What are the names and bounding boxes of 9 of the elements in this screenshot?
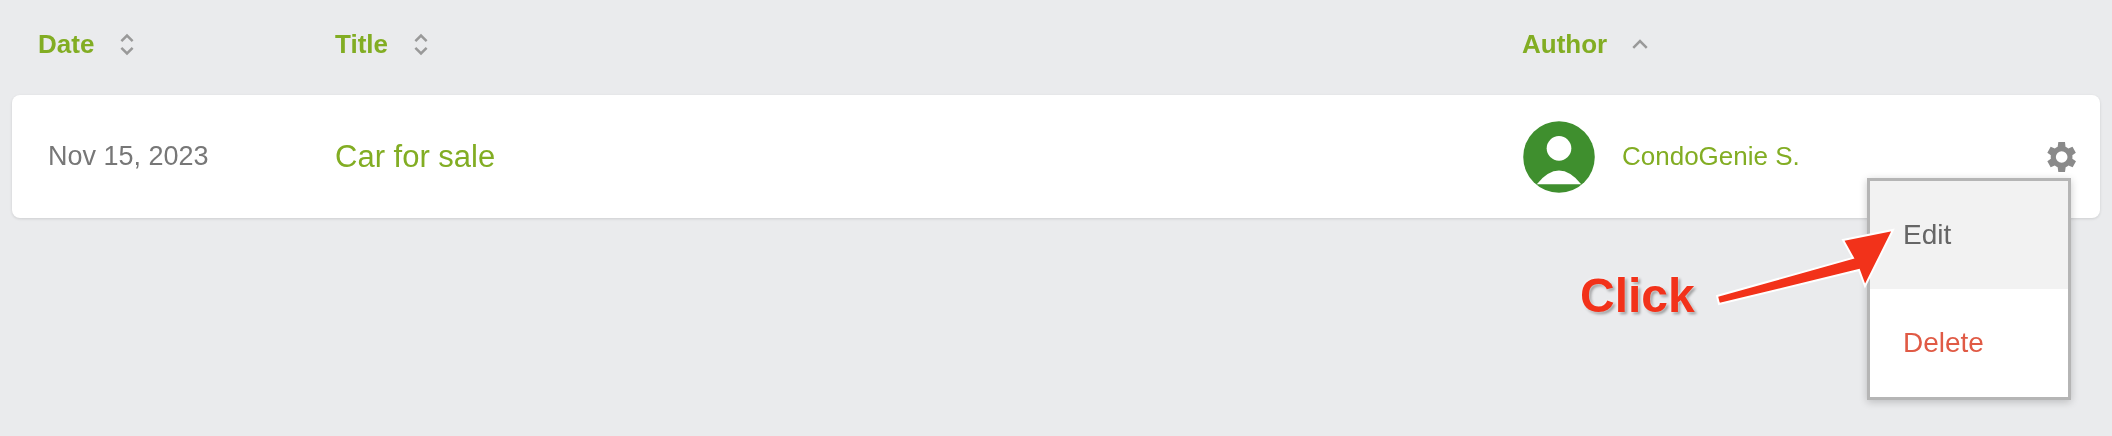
callout-label: Click [1580, 268, 1695, 323]
menu-item[interactable]: Delete [1870, 289, 2068, 397]
author-name[interactable]: CondoGenie S. [1622, 141, 1800, 172]
date-cell-text: Nov 15, 2023 [48, 141, 210, 172]
column-header[interactable]: Title [335, 28, 388, 60]
menu-item[interactable]: Edit [1870, 181, 2068, 289]
title-link[interactable]: Car for sale [335, 138, 1522, 175]
column-header[interactable]: Author [1522, 28, 1608, 60]
column-header[interactable]: Date [38, 28, 95, 60]
